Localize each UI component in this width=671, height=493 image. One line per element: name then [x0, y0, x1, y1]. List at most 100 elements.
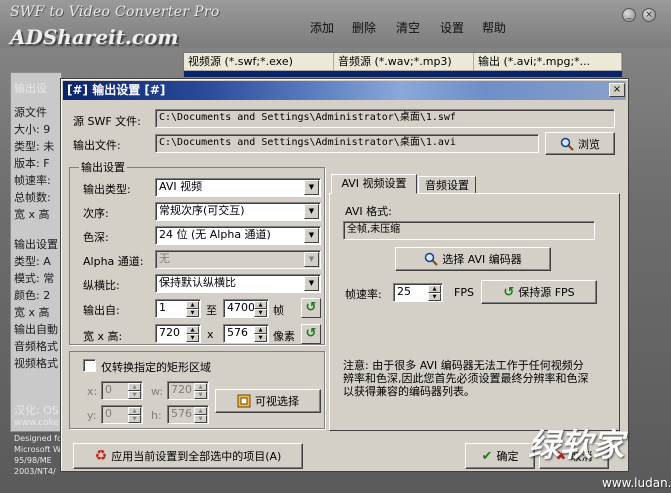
fps-label: 帧速率: — [345, 288, 382, 301]
browse-button[interactable]: 浏览 — [545, 132, 615, 155]
dropdown-arrow-icon: ▼ — [304, 228, 319, 243]
height-value: 576 — [227, 326, 248, 339]
col-audio-source[interactable]: 音频源 (*.wav;*.mp3) — [334, 53, 474, 71]
choose-encoder-button[interactable]: 选择 AVI 编码器 — [395, 247, 551, 271]
refresh-icon: ↺ — [503, 284, 515, 300]
x-separator: x — [207, 328, 214, 341]
region-w-input[interactable]: 720 ▲ ▼ — [167, 381, 209, 400]
frame-to-value: 4700 — [227, 301, 255, 314]
recycle-icon: ♻ — [94, 448, 108, 464]
aspect-value: 保持默认纵横比 — [159, 276, 236, 289]
info-line: 源文件 — [14, 106, 47, 119]
ok-label: 确定 — [496, 450, 519, 463]
menu-clear[interactable]: 清空 — [396, 19, 420, 36]
fps-spinner[interactable]: ▲ ▼ — [428, 285, 441, 301]
check-icon: ✔ — [481, 448, 493, 464]
frame-to-spinner[interactable]: ▲ ▼ — [254, 301, 267, 317]
dialog-close-button[interactable]: × — [609, 83, 625, 97]
frame-from-value: 1 — [159, 301, 166, 314]
region-x-input[interactable]: 0 ▲ ▼ — [101, 381, 143, 400]
info-line: www.coke — [14, 418, 59, 428]
minimize-button[interactable]: _ — [622, 8, 636, 22]
file-table[interactable]: 视频源 (*.swf;*.exe) 音频源 (*.wav;*.mp3) 输出 (… — [183, 52, 623, 77]
region-y-value: 0 — [105, 407, 112, 420]
info-line: 95/98/ME — [14, 456, 52, 465]
tab-audio-settings[interactable]: 音频设置 — [418, 176, 476, 194]
output-type-value: AVI 视频 — [159, 180, 203, 193]
color-depth-label: 色深: — [83, 231, 109, 244]
col-output[interactable]: 输出 (*.avi;*.mpg;*... — [474, 53, 622, 71]
app-close-button[interactable]: × — [642, 8, 656, 22]
region-checkbox-label[interactable]: 仅转换指定的矩形区域 — [101, 359, 211, 375]
alpha-select[interactable]: 无 ▼ — [155, 250, 321, 269]
source-label: 源 SWF 文件: — [73, 115, 141, 128]
dropdown-arrow-icon: ▼ — [304, 252, 319, 267]
region-y-input[interactable]: 0 ▲ ▼ — [101, 405, 143, 424]
info-line: 宽 x 高 — [14, 306, 50, 319]
region-y-label: y: — [87, 409, 97, 422]
region-w-label: w: — [151, 385, 164, 398]
color-depth-value: 24 位 (无 Alpha 通道) — [159, 228, 271, 241]
height-spinner[interactable]: ▲ ▼ — [254, 326, 267, 342]
info-line: 宽 x 高 — [14, 208, 50, 221]
menu-help[interactable]: 帮助 — [482, 19, 506, 36]
size-label: 宽 x 高: — [83, 330, 123, 343]
table-row[interactable] — [184, 71, 622, 77]
region-x-spinner[interactable]: ▲ ▼ — [128, 383, 141, 399]
region-w-spinner[interactable]: ▲ ▼ — [194, 383, 207, 399]
output-type-label: 输出类型: — [83, 183, 131, 196]
source-file-field: C:\Documents and Settings\Administrator\… — [155, 109, 615, 128]
width-input[interactable]: 720 ▲ ▼ — [155, 324, 201, 343]
frame-select-icon — [237, 394, 251, 408]
magnifier-icon — [424, 252, 438, 266]
order-label: 次序: — [83, 207, 109, 220]
region-h-value: 576 — [171, 407, 192, 420]
menu-settings[interactable]: 设置 — [440, 19, 464, 36]
alpha-label: Alpha 通道: — [83, 255, 144, 268]
col-video-source[interactable]: 视频源 (*.swf;*.exe) — [184, 53, 334, 71]
ok-button[interactable]: ✔ 确定 — [465, 443, 535, 469]
output-file-field: C:\Documents and Settings\Administrator\… — [155, 134, 539, 153]
region-h-input[interactable]: 576 ▲ ▼ — [167, 405, 209, 424]
frame-from-input[interactable]: 1 ▲ ▼ — [155, 299, 201, 318]
height-input[interactable]: 576 ▲ ▼ — [223, 324, 269, 343]
avi-format-field: 全帧,未压缩 — [343, 221, 595, 240]
avi-format-label: AVI 格式: — [345, 205, 392, 218]
info-line: 模式: 常 — [14, 272, 55, 285]
keep-fps-button[interactable]: ↺ 保持源 FPS — [481, 280, 597, 304]
visual-select-button[interactable]: 可视选择 — [215, 389, 321, 413]
region-checkbox[interactable] — [83, 359, 96, 372]
color-depth-select[interactable]: 24 位 (无 Alpha 通道) ▼ — [155, 226, 321, 245]
frame-from-spinner[interactable]: ▲ ▼ — [186, 301, 199, 317]
tab-avi-settings[interactable]: AVI 视频设置 — [331, 174, 417, 194]
region-w-value: 720 — [171, 383, 192, 396]
output-type-select[interactable]: AVI 视频 ▼ — [155, 178, 321, 197]
output-group-title: 输出设置 — [79, 159, 127, 175]
watermark-url: www.ludan.cn — [602, 476, 671, 490]
apply-all-button[interactable]: ♻ 应用当前设置到全部选中的项目(A) — [73, 443, 303, 469]
fps-input[interactable]: 25 ▲ ▼ — [393, 283, 443, 302]
encoder-note: 注意: 由于很多 AVI 编码器无法工作于任何视频分辨率和色深,因此您首先必须设… — [343, 359, 589, 398]
app-title: SWF to Video Converter Pro — [10, 4, 220, 20]
pixel-unit-label: 像素 — [273, 330, 295, 343]
order-select[interactable]: 常规次序(可交互) ▼ — [155, 202, 321, 221]
aspect-select[interactable]: 保持默认纵横比 ▼ — [155, 274, 321, 293]
info-line: 颜色: 2 — [14, 289, 51, 302]
region-h-spinner[interactable]: ▲ ▼ — [194, 407, 207, 423]
menu-add[interactable]: 添加 — [310, 19, 334, 36]
magnifier-icon — [560, 137, 574, 151]
fps-value: 25 — [397, 285, 411, 298]
dialog-title: [#] 输出设置 [#] — [63, 81, 626, 100]
info-line: 视频格式 — [14, 357, 58, 370]
frame-to-input[interactable]: 4700 ▲ ▼ — [223, 299, 269, 318]
frame-unit-label: 帧 — [273, 304, 284, 317]
width-spinner[interactable]: ▲ ▼ — [186, 326, 199, 342]
info-line: 输出设置 — [14, 238, 58, 251]
to-label: 至 — [206, 304, 217, 317]
menu-delete[interactable]: 删除 — [352, 19, 376, 36]
region-y-spinner[interactable]: ▲ ▼ — [128, 407, 141, 423]
reset-frames-button[interactable]: ↺ — [301, 298, 321, 318]
dropdown-arrow-icon: ▼ — [304, 276, 319, 291]
reset-size-button[interactable]: ↺ — [301, 324, 321, 344]
browse-label: 浏览 — [578, 137, 600, 151]
